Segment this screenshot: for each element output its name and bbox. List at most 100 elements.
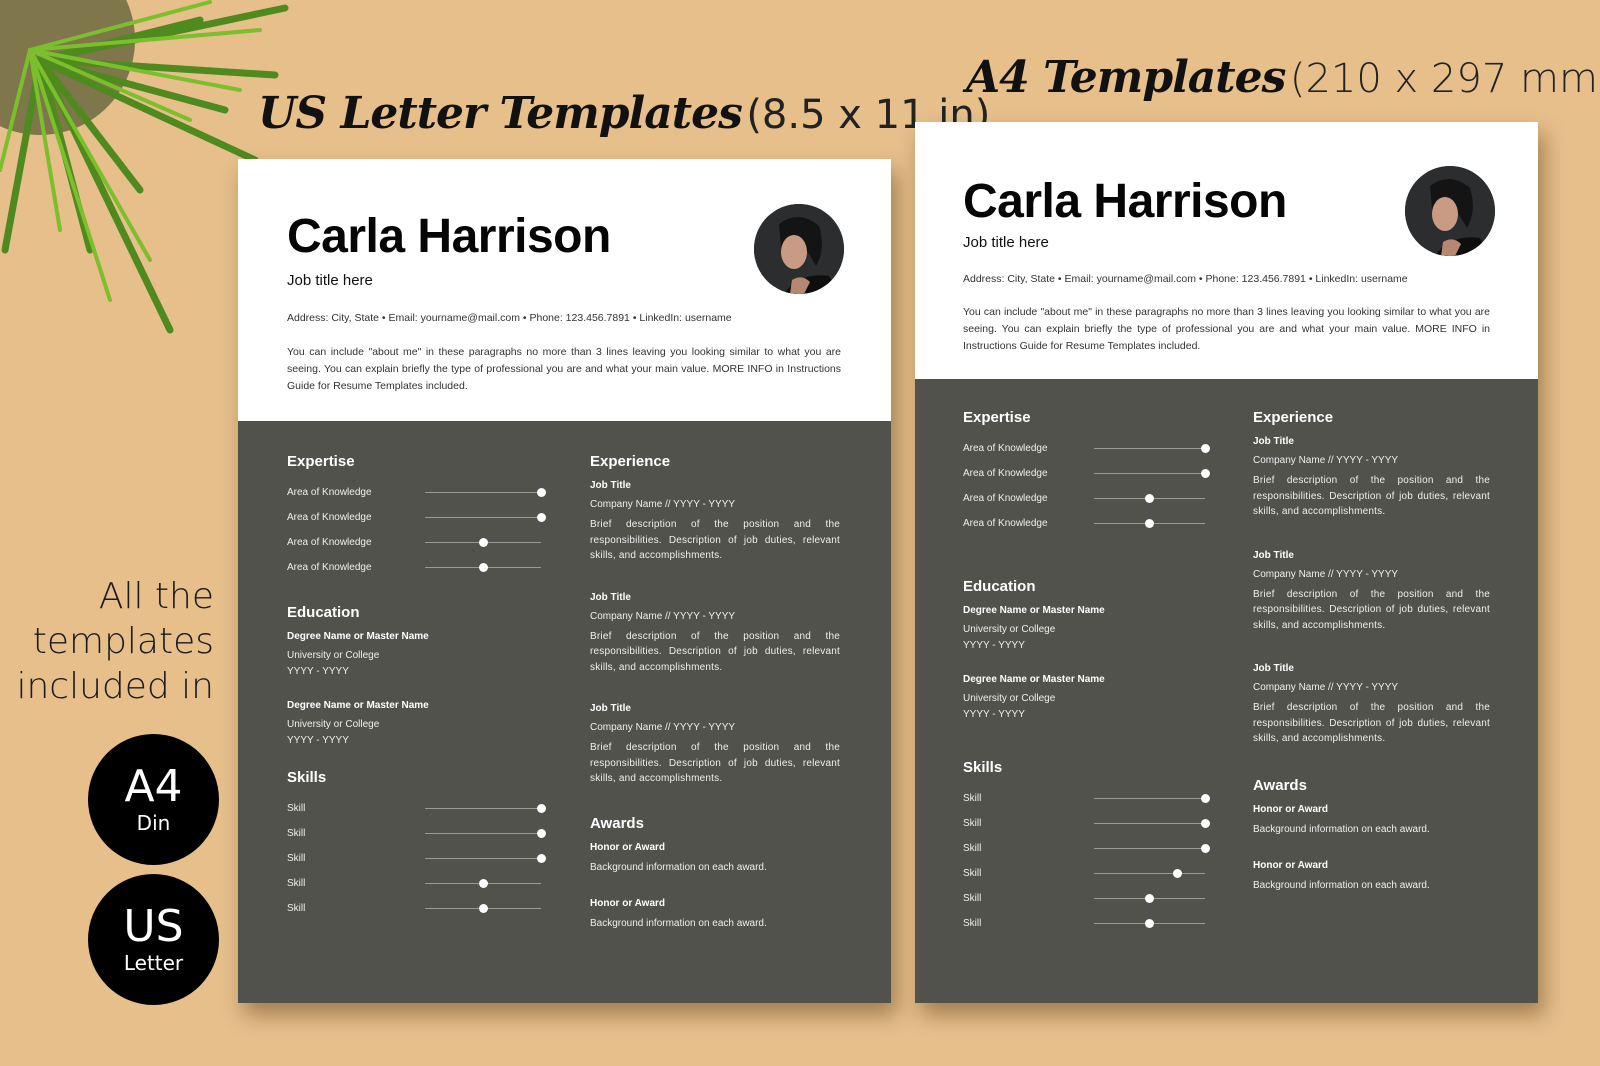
- company-dates: Company Name // YYYY - YYYY: [1253, 455, 1399, 466]
- skill-row: Skill: [963, 861, 1205, 886]
- level-slider: [425, 803, 546, 814]
- company-dates: Company Name // YYYY - YYYY: [590, 610, 736, 622]
- slider-knob: [536, 803, 546, 813]
- skills-section: Skills Skill Skill Skill Skill Skill: [287, 769, 546, 921]
- slider-track: [1094, 472, 1205, 474]
- us-letter-badge: US Letter: [88, 874, 219, 1005]
- education-years: YYYY - YYYY: [963, 709, 1025, 720]
- award-entry: Honor or Award Background information on …: [590, 898, 840, 932]
- awards-title: Awards: [1253, 776, 1307, 794]
- slider-knob: [536, 487, 546, 497]
- slider-track: [425, 832, 541, 834]
- slider-knob: [478, 562, 488, 572]
- award-description: Background information on each award.: [590, 917, 767, 929]
- awards-title: Awards: [590, 814, 644, 832]
- row-label: Skill: [287, 803, 306, 814]
- row-label: Skill: [963, 818, 982, 829]
- resume-name: Carla Harrison: [963, 175, 1287, 228]
- degree-name: Degree Name or Master Name: [287, 631, 429, 642]
- level-slider: [425, 562, 541, 573]
- level-slider: [1094, 468, 1210, 479]
- education-years: YYYY - YYYY: [287, 735, 349, 746]
- job-title: Job Title: [1253, 549, 1294, 561]
- expertise-section: Expertise Area of Knowledge Area of Knowl…: [287, 453, 546, 580]
- skills-title: Skills: [963, 759, 1003, 776]
- award-entry: Honor or Award Background information on …: [1253, 804, 1490, 838]
- company-dates: Company Name // YYYY - YYYY: [1253, 568, 1399, 580]
- education-title: Education: [963, 578, 1036, 595]
- education-entry: Degree Name or Master Name University or…: [963, 605, 1205, 654]
- row-label: Skill: [287, 878, 306, 889]
- slider-track: [1094, 872, 1205, 874]
- slider-knob: [1145, 893, 1155, 903]
- expertise-row: Area of Knowledge: [963, 511, 1205, 536]
- expertise-row: Area of Knowledge: [963, 461, 1210, 486]
- skill-row: Skill: [963, 886, 1205, 911]
- job-title: Job Title: [1253, 663, 1294, 674]
- row-label: Skill: [963, 793, 982, 804]
- row-label: Area of Knowledge: [287, 512, 372, 523]
- us-heading-script: US Letter Templates: [258, 88, 743, 139]
- expertise-row: Area of Knowledge: [287, 530, 541, 555]
- job-description: Brief description of the position and th…: [1253, 475, 1490, 517]
- experience-entry: Job Title Company Name // YYYY - YYYY Brie…: [1253, 663, 1490, 747]
- experience-entry: Job Title Company Name // YYYY - YYYY Brie…: [1253, 436, 1490, 520]
- level-slider: [425, 903, 541, 914]
- left-column: Expertise Area of Knowledge Area of Knowl…: [287, 453, 546, 941]
- a4-heading-script: A4 Templates: [966, 52, 1286, 103]
- job-title: Job Title: [1253, 436, 1294, 447]
- badge-small: Din: [136, 810, 171, 835]
- job-title: Job Title: [590, 480, 631, 491]
- school-name: University or College: [963, 693, 1056, 704]
- row-label: Area of Knowledge: [963, 468, 1048, 479]
- promo-text: All the templates included in: [16, 574, 214, 709]
- resume-header: Carla Harrison Job title here Address: C…: [238, 159, 891, 421]
- level-slider: [425, 537, 541, 548]
- education-section: Education Degree Name or Master Name Uni…: [287, 604, 541, 749]
- row-label: Skill: [287, 903, 306, 914]
- award-description: Background information on each award.: [1253, 879, 1430, 891]
- slider-track: [425, 807, 541, 809]
- skill-row: Skill: [963, 786, 1210, 811]
- a4-din-badge: A4 Din: [88, 734, 219, 865]
- resume-about: You can include "about me" in these para…: [963, 306, 1490, 352]
- job-description: Brief description of the position and th…: [1253, 588, 1490, 631]
- skill-row: Skill: [287, 821, 546, 846]
- school-name: University or College: [287, 719, 380, 730]
- award-title: Honor or Award: [590, 897, 666, 909]
- row-label: Skill: [287, 828, 306, 839]
- resume-contact: Address: City, State • Email: yourname@m…: [963, 273, 1408, 285]
- expertise-row: Area of Knowledge: [287, 505, 546, 530]
- slider-knob: [478, 903, 488, 913]
- a4-heading: A4 Templates (210 x 297 mm): [966, 52, 1600, 103]
- level-slider: [425, 487, 546, 498]
- slider-track: [1094, 797, 1205, 799]
- job-description: Brief description of the position and th…: [590, 519, 840, 561]
- experience-title: Experience: [1253, 409, 1334, 426]
- right-column: Experience Job Title Company Name // YYYY…: [1253, 409, 1490, 916]
- education-years: YYYY - YYYY: [287, 666, 349, 677]
- slider-knob: [1200, 793, 1210, 803]
- company-dates: Company Name // YYYY - YYYY: [1253, 682, 1399, 693]
- row-label: Skill: [963, 918, 982, 929]
- skills-title: Skills: [287, 769, 327, 786]
- slider-track: [1094, 447, 1205, 449]
- level-slider: [1094, 868, 1205, 879]
- level-slider: [425, 828, 546, 839]
- degree-name: Degree Name or Master Name: [963, 674, 1105, 685]
- slider-knob: [1200, 443, 1210, 453]
- level-slider: [1094, 918, 1205, 929]
- badge-small: Letter: [123, 950, 184, 975]
- resume-contact: Address: City, State • Email: yourname@m…: [287, 312, 732, 324]
- row-label: Area of Knowledge: [287, 537, 372, 548]
- badge-big: A4: [124, 760, 183, 812]
- slider-knob: [1200, 468, 1210, 478]
- level-slider: [425, 878, 541, 889]
- skill-row: Skill: [287, 796, 546, 821]
- slider-knob: [478, 537, 488, 547]
- level-slider: [1094, 893, 1205, 904]
- level-slider: [425, 512, 546, 523]
- level-slider: [1094, 793, 1210, 804]
- resume-header: Carla Harrison Job title here Address: C…: [915, 122, 1538, 379]
- a4-heading-dims: (210 x 297 mm): [1289, 56, 1600, 102]
